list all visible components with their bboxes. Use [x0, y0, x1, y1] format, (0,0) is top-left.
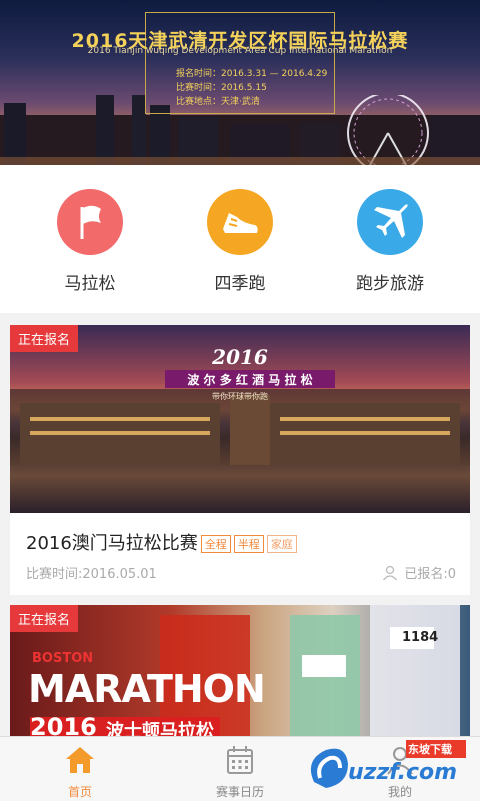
category-four-seasons[interactable]: 四季跑: [170, 189, 310, 294]
tag-family: 家庭: [266, 535, 297, 553]
watermark-small-text: 东坡下载: [408, 743, 452, 756]
event-image-subtitle: 带你环球带你跑: [212, 392, 268, 401]
event-image-city: BOSTON: [32, 651, 94, 666]
event-image: 2016 波 尔 多 红 酒 马 拉 松 带你环球带你跑 正在报名: [10, 325, 470, 513]
home-icon: [66, 747, 94, 773]
event-signup-count: 已报名:0: [382, 563, 456, 582]
tag-full: 全程: [200, 535, 231, 553]
event-title: 2016澳门马拉松比赛 全程 半程 家庭: [26, 529, 297, 555]
nav-home[interactable]: 首页: [0, 743, 160, 800]
watermark-text: uzzf.com: [348, 760, 458, 785]
event-image: BOSTON MARATHON 2016 波士顿马拉松 1184 正在报名: [10, 605, 470, 736]
banner-location: 比赛地点：天津·武清: [176, 97, 260, 107]
top-banner[interactable]: 2016天津武清开发区杯国际马拉松赛 2016 Tianjin wuqing D…: [0, 0, 480, 165]
calendar-icon: [227, 746, 253, 774]
flag-icon: [57, 189, 123, 255]
category-running-travel[interactable]: 跑步旅游: [320, 189, 460, 294]
banner-signup-time: 报名时间：2016.3.31 — 2016.4.29: [176, 69, 328, 79]
status-badge: 正在报名: [10, 325, 79, 352]
event-signup-count-text: 已报名:0: [404, 567, 456, 582]
race-bib-number: 1184: [402, 630, 439, 645]
airplane-icon: [357, 189, 423, 255]
event-image-main: MARATHON: [28, 667, 266, 711]
running-shoe-icon: [207, 189, 273, 255]
event-image-cn: 波士顿马拉松: [106, 721, 214, 736]
tag-half: 半程: [233, 535, 264, 553]
event-card[interactable]: BOSTON MARATHON 2016 波士顿马拉松 1184 正在报名: [10, 605, 470, 736]
category-label: 跑步旅游: [356, 274, 424, 294]
nav-calendar[interactable]: 赛事日历: [160, 743, 320, 800]
nav-calendar-label: 赛事日历: [215, 785, 264, 799]
event-card[interactable]: 2016 波 尔 多 红 酒 马 拉 松 带你环球带你跑 正在报名 2016澳门…: [10, 325, 470, 595]
nav-home-label: 首页: [67, 785, 92, 799]
category-row: 马拉松 四季跑 跑步旅游: [0, 165, 480, 313]
banner-subtitle: 2016 Tianjin wuqing Development Area Cup…: [87, 46, 393, 56]
event-title-text: 2016澳门马拉松比赛: [26, 533, 198, 554]
banner-race-time: 比赛时间：2016.5.15: [176, 83, 267, 93]
event-image-year: 2016: [30, 713, 97, 736]
category-label: 马拉松: [64, 274, 116, 294]
event-image-year: 2016: [212, 345, 268, 369]
event-date: 比赛时间:2016.05.01: [26, 567, 157, 582]
event-image-title: 波 尔 多 红 酒 马 拉 松: [187, 373, 313, 387]
status-badge: 正在报名: [10, 605, 79, 632]
watermark-logo: 东坡下载 uzzf.com: [302, 738, 472, 798]
user-outline-icon: [383, 565, 398, 581]
category-marathon[interactable]: 马拉松: [20, 189, 160, 294]
category-label: 四季跑: [214, 274, 266, 294]
